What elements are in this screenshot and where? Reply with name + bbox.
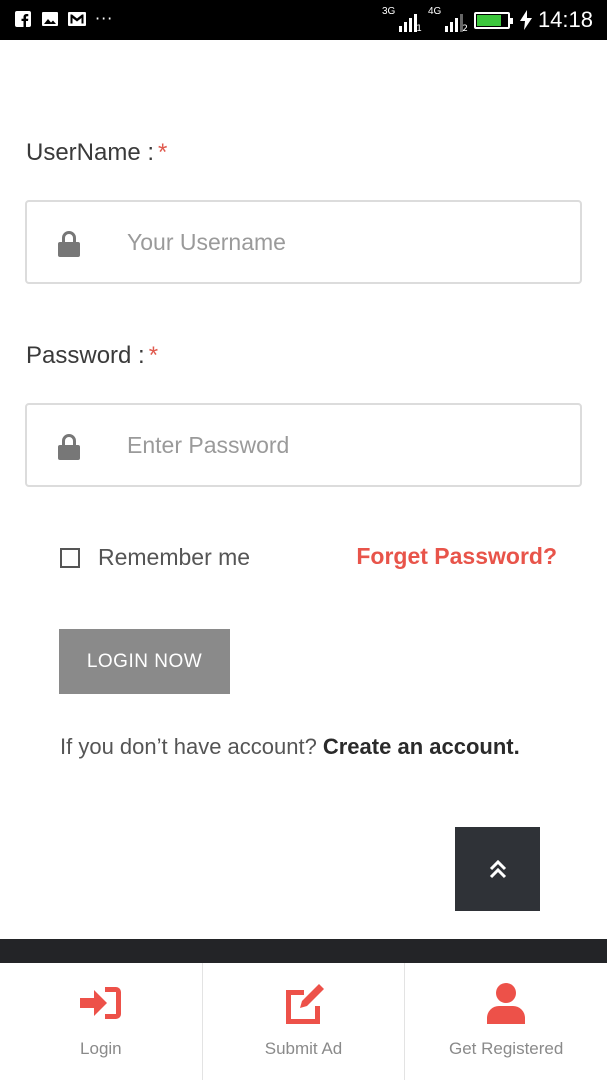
status-time: 14:18: [537, 7, 593, 32]
password-label-text: Password :: [26, 342, 145, 369]
lock-icon: [58, 231, 80, 257]
username-field: [25, 200, 582, 284]
signal-bars-icon: [398, 14, 417, 32]
charging-bolt-icon: [519, 10, 532, 30]
network-2-label: 4G: [427, 6, 442, 17]
battery-icon: [473, 11, 513, 29]
sim-1-label: 1: [416, 24, 422, 34]
forget-password-link[interactable]: Forget Password?: [356, 543, 557, 570]
password-label: Password : *: [26, 342, 158, 370]
required-mark: *: [158, 139, 168, 166]
gmail-icon: [68, 10, 86, 28]
double-chevron-up-icon: [489, 859, 506, 879]
nav-submit-ad-label: Submit Ad: [264, 1039, 343, 1058]
nav-login[interactable]: Login: [0, 963, 202, 1080]
nav-get-registered[interactable]: Get Registered: [404, 963, 607, 1080]
nav-get-registered-label: Get Registered: [449, 1039, 564, 1058]
remember-checkbox[interactable]: [60, 547, 80, 568]
password-field: [25, 403, 582, 487]
username-input[interactable]: [127, 220, 557, 264]
more-icon: ···: [95, 9, 114, 28]
username-label: UserName : *: [26, 139, 167, 167]
bottom-nav: Login Submit Ad Get Registered: [0, 963, 607, 1080]
nav-login-label: Login: [80, 1039, 122, 1058]
scroll-to-top-button[interactable]: [455, 827, 540, 911]
login-button[interactable]: LOGIN NOW: [59, 629, 230, 694]
remember-label: Remember me: [98, 544, 251, 570]
username-label-text: UserName :: [26, 139, 155, 166]
signup-prompt-text: If you don’t have account?: [60, 734, 317, 759]
signal-bars-icon: [444, 14, 463, 32]
signal-3g: 3G 1: [382, 6, 422, 34]
nav-submit-ad[interactable]: Submit Ad: [201, 963, 405, 1080]
network-1-label: 3G: [381, 6, 396, 17]
user-icon: [484, 981, 528, 1025]
sign-in-icon: [79, 981, 123, 1025]
required-mark: *: [148, 342, 159, 369]
lock-icon: [58, 434, 80, 460]
remember-me[interactable]: Remember me: [60, 544, 250, 571]
footer-strip: [0, 939, 607, 963]
notification-icons: ···: [14, 10, 113, 28]
password-input[interactable]: [127, 423, 557, 467]
edit-icon: [282, 981, 326, 1025]
facebook-icon: [14, 10, 32, 28]
signal-4g: 4G 2: [428, 6, 468, 34]
image-icon: [41, 10, 59, 28]
signup-prompt: If you don’t have account? Create an acco…: [60, 734, 520, 760]
sim-2-label: 2: [462, 24, 468, 34]
create-account-link[interactable]: Create an account.: [323, 734, 520, 759]
battery-level: [476, 14, 501, 26]
status-bar: ··· 3G 1 4G 2 14:18: [0, 0, 607, 40]
